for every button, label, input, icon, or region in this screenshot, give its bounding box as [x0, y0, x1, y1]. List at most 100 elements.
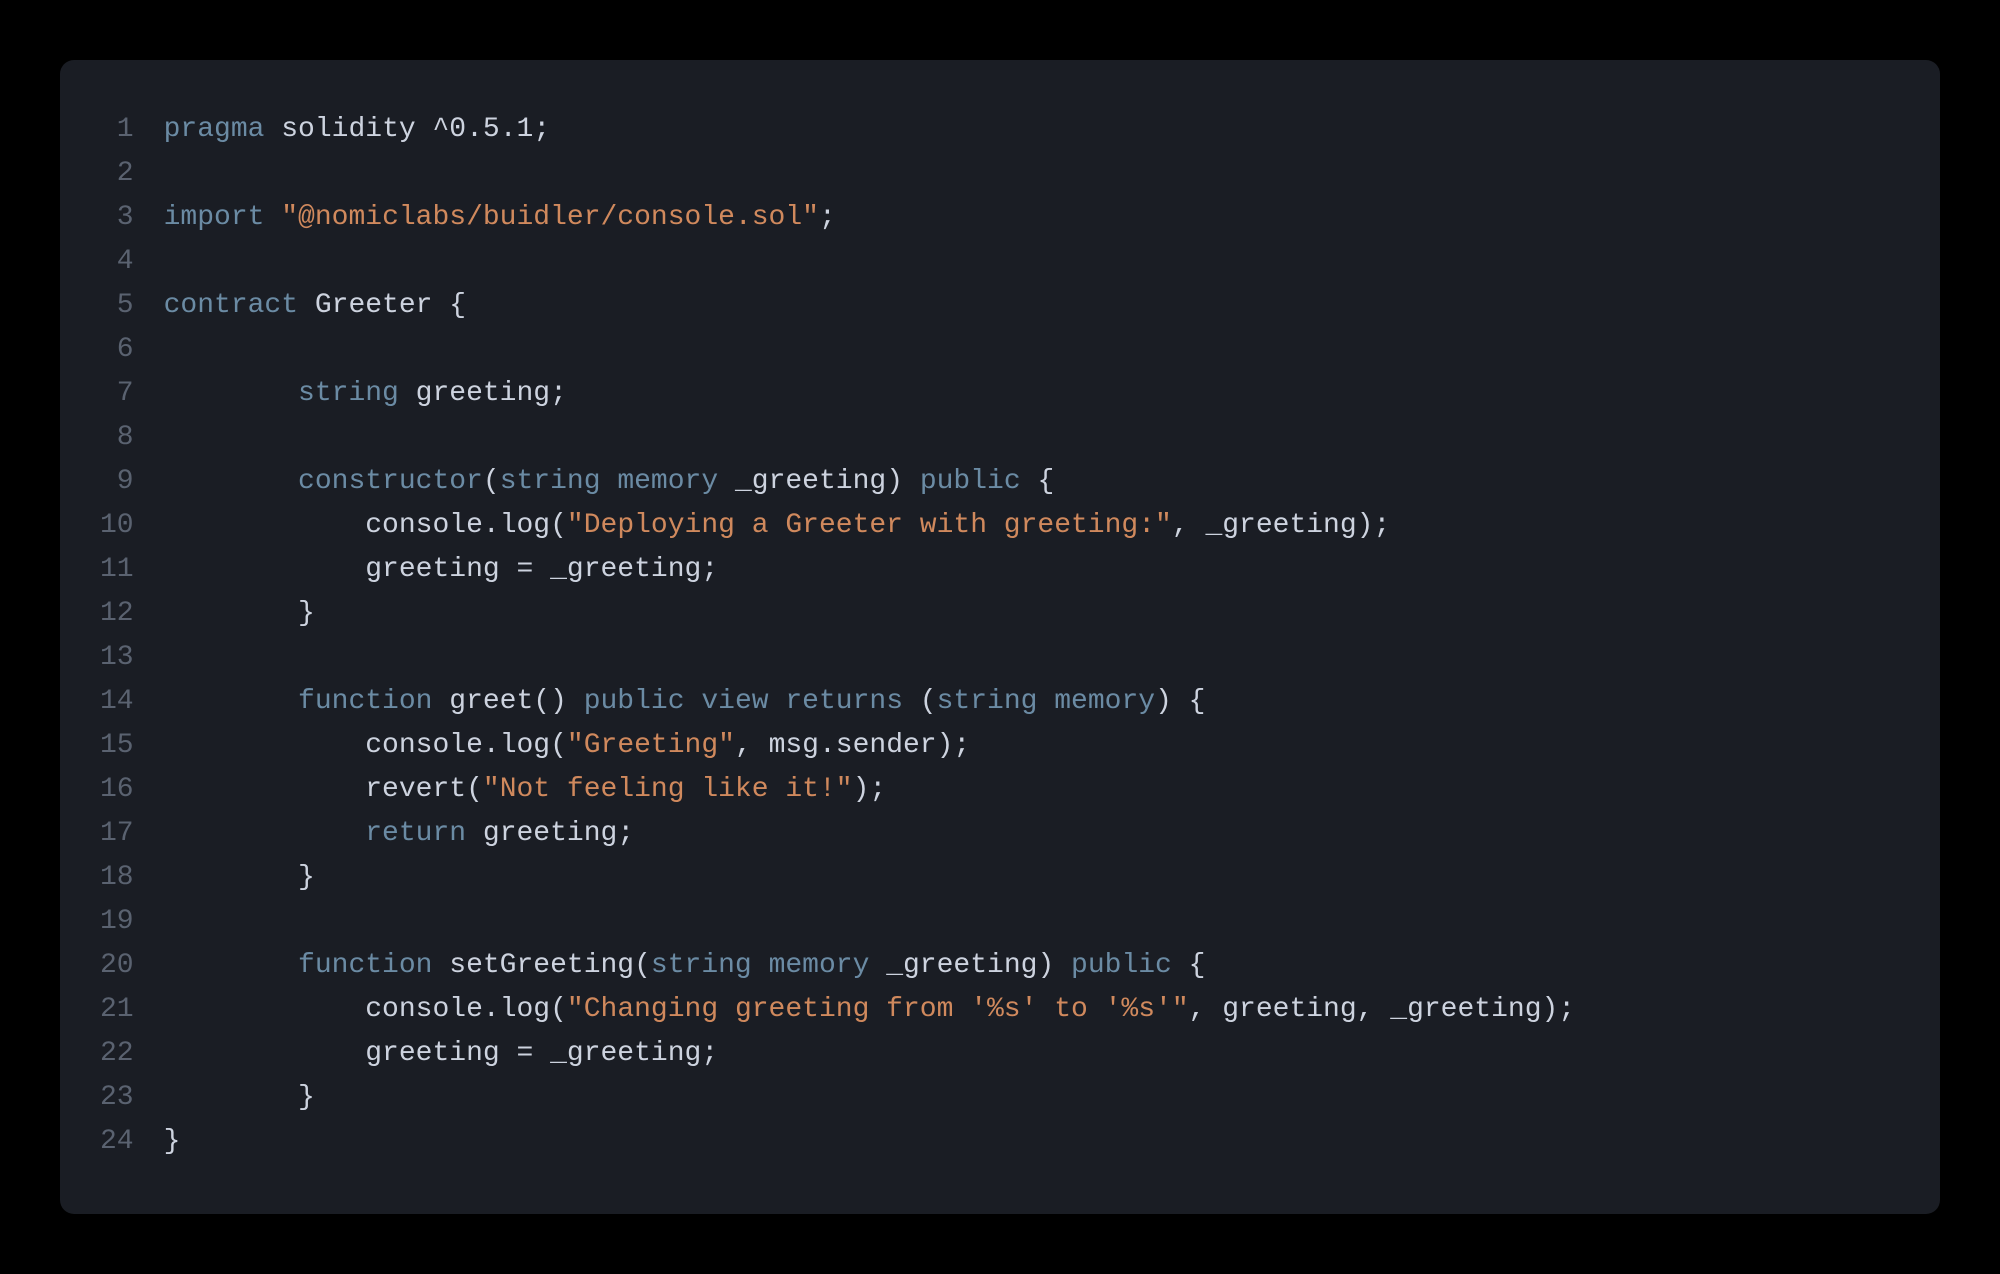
- line-number-gutter: 123456789101112131415161718192021222324: [100, 108, 164, 1166]
- token-punc: [298, 290, 315, 321]
- line-number: 12: [100, 592, 134, 636]
- token-type: memory: [1054, 686, 1155, 717]
- code-line[interactable]: console.log("Changing greeting from '%s'…: [164, 988, 1576, 1032]
- line-number: 18: [100, 856, 134, 900]
- token-punc: [752, 950, 769, 981]
- line-number: 8: [100, 416, 134, 460]
- token-punc: .: [483, 730, 500, 761]
- token-punc: {: [1172, 950, 1206, 981]
- code-line[interactable]: revert("Not feeling like it!");: [164, 768, 1576, 812]
- code-line[interactable]: import "@nomiclabs/buidler/console.sol";: [164, 196, 1576, 240]
- token-kw: pragma: [164, 114, 265, 145]
- token-punc: [164, 466, 298, 497]
- code-content[interactable]: pragma solidity ^0.5.1; import "@nomiclab…: [164, 108, 1576, 1166]
- token-punc: }: [164, 598, 315, 629]
- token-id: console: [365, 730, 483, 761]
- token-punc: .: [483, 510, 500, 541]
- code-line[interactable]: [164, 900, 1576, 944]
- code-line[interactable]: return greeting;: [164, 812, 1576, 856]
- token-punc: [164, 554, 366, 585]
- token-kw: public: [1071, 950, 1172, 981]
- code-line[interactable]: [164, 152, 1576, 196]
- token-punc: [466, 818, 483, 849]
- token-punc: [432, 686, 449, 717]
- token-punc: =: [500, 1038, 550, 1069]
- token-id: _greeting: [1390, 994, 1541, 1025]
- token-punc: [164, 510, 366, 541]
- code-line[interactable]: greeting = _greeting;: [164, 548, 1576, 592]
- code-line[interactable]: }: [164, 1076, 1576, 1120]
- token-punc: }: [164, 1082, 315, 1113]
- token-type: memory: [617, 466, 718, 497]
- line-number: 14: [100, 680, 134, 724]
- token-id: log: [500, 730, 550, 761]
- code-line[interactable]: }: [164, 592, 1576, 636]
- token-punc: ) {: [1155, 686, 1205, 717]
- token-punc: (: [466, 774, 483, 805]
- token-punc: (: [483, 466, 500, 497]
- line-number: 11: [100, 548, 134, 592]
- token-id: Greeter: [315, 290, 433, 321]
- token-kw: public: [584, 686, 685, 717]
- line-number: 6: [100, 328, 134, 372]
- token-id: _greeting: [550, 554, 701, 585]
- token-punc: [769, 686, 786, 717]
- code-line[interactable]: function greet() public view returns (st…: [164, 680, 1576, 724]
- token-id: _greeting: [886, 950, 1037, 981]
- line-number: 5: [100, 284, 134, 328]
- token-punc: =: [500, 554, 550, 585]
- code-line[interactable]: [164, 240, 1576, 284]
- code-line[interactable]: function setGreeting(string memory _gree…: [164, 944, 1576, 988]
- token-ver: ^0.5.1: [432, 114, 533, 145]
- code-line[interactable]: greeting = _greeting;: [164, 1032, 1576, 1076]
- line-number: 4: [100, 240, 134, 284]
- code-line[interactable]: }: [164, 1120, 1576, 1164]
- code-line[interactable]: string greeting;: [164, 372, 1576, 416]
- token-id: _greeting: [550, 1038, 701, 1069]
- token-kw: view: [701, 686, 768, 717]
- code-line[interactable]: console.log("Greeting", msg.sender);: [164, 724, 1576, 768]
- token-type: string: [651, 950, 752, 981]
- code-line[interactable]: pragma solidity ^0.5.1;: [164, 108, 1576, 152]
- code-line[interactable]: [164, 636, 1576, 680]
- line-number: 22: [100, 1032, 134, 1076]
- token-punc: (: [550, 994, 567, 1025]
- token-punc: [264, 114, 281, 145]
- token-punc: (: [550, 510, 567, 541]
- token-kw: returns: [785, 686, 903, 717]
- code-line[interactable]: [164, 328, 1576, 372]
- token-punc: );: [853, 774, 887, 805]
- line-number: 7: [100, 372, 134, 416]
- token-type: string: [500, 466, 601, 497]
- code-editor[interactable]: 123456789101112131415161718192021222324 …: [60, 60, 1940, 1214]
- token-id: greeting: [365, 1038, 499, 1069]
- token-punc: [685, 686, 702, 717]
- token-punc: {: [432, 290, 466, 321]
- token-punc: );: [1542, 994, 1576, 1025]
- token-punc: [164, 730, 366, 761]
- token-punc: [416, 114, 433, 145]
- line-number: 3: [100, 196, 134, 240]
- token-punc: [264, 202, 281, 233]
- token-id: greeting: [483, 818, 617, 849]
- line-number: 15: [100, 724, 134, 768]
- token-kw: function: [298, 686, 432, 717]
- token-id: solidity: [281, 114, 415, 145]
- token-punc: ;: [617, 818, 634, 849]
- token-id: greeting: [416, 378, 550, 409]
- token-type: string: [937, 686, 1038, 717]
- token-punc: [432, 950, 449, 981]
- code-line[interactable]: console.log("Deploying a Greeter with gr…: [164, 504, 1576, 548]
- token-punc: );: [1357, 510, 1391, 541]
- code-line[interactable]: }: [164, 856, 1576, 900]
- token-punc: ,: [1357, 994, 1391, 1025]
- code-line[interactable]: constructor(string memory _greeting) pub…: [164, 460, 1576, 504]
- code-line[interactable]: [164, 416, 1576, 460]
- token-punc: ): [886, 466, 920, 497]
- code-line[interactable]: contract Greeter {: [164, 284, 1576, 328]
- token-punc: [164, 686, 298, 717]
- token-punc: [164, 1038, 366, 1069]
- token-punc: [164, 818, 366, 849]
- token-punc: ): [1037, 950, 1071, 981]
- token-kw: import: [164, 202, 265, 233]
